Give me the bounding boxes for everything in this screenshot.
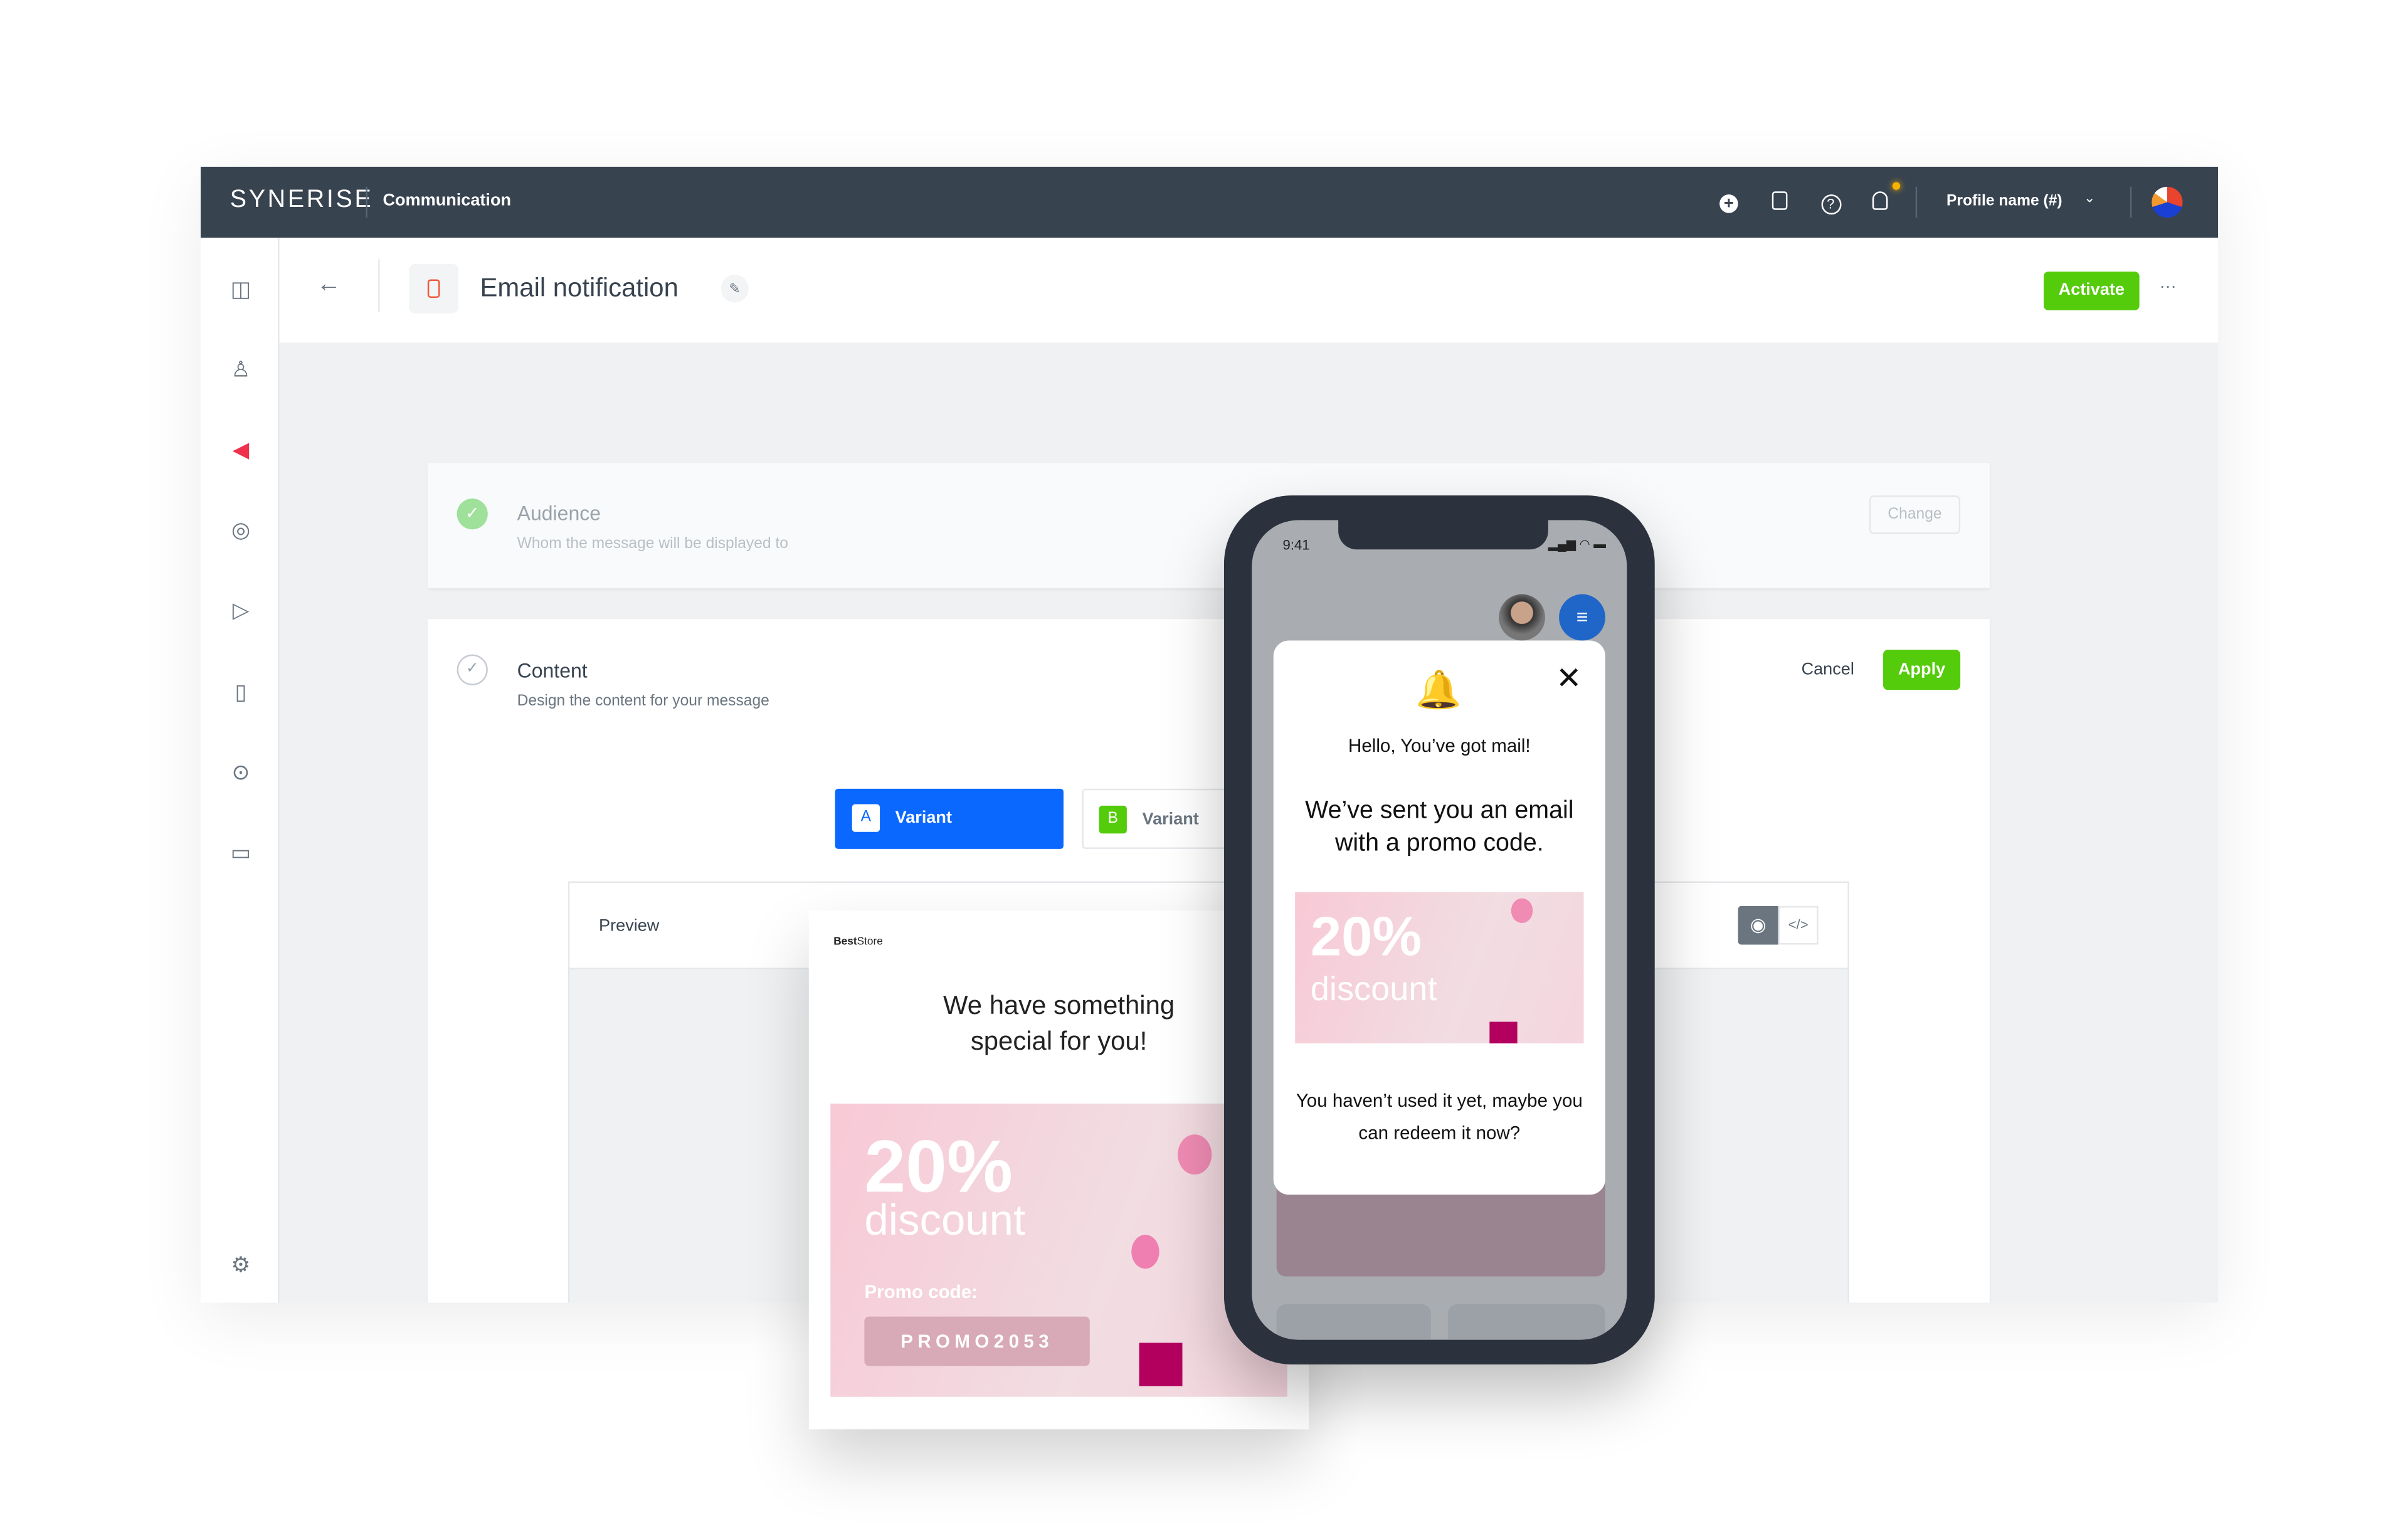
check-icon: ✓	[457, 499, 488, 530]
settings-icon[interactable]: ⚙	[227, 1250, 255, 1278]
brand-rest: Store	[857, 937, 883, 948]
phone-screen: 9:41 ▂▄▆ ◠ ▬ ≡ 🔔 ✕ Hello, You’ve got mai…	[1252, 520, 1627, 1340]
folder-icon[interactable]: ▭	[227, 838, 255, 866]
play-icon[interactable]: ▷	[227, 596, 255, 623]
popup-message: We’ve sent you an email with a promo cod…	[1305, 798, 1574, 857]
popup-greeting: Hello, You’ve got mail!	[1348, 734, 1531, 757]
promo-percent: 20%	[1310, 904, 1422, 968]
balloon-image	[1511, 898, 1533, 923]
book-icon[interactable]	[1769, 191, 1790, 213]
promo-code: PROMO2053	[864, 1316, 1090, 1366]
code-icon[interactable]: </>	[1778, 905, 1819, 945]
page-title: Email notification	[480, 273, 679, 303]
sidebar: ◫ ♙ ◀ ◎ ▷ ▯ ⊙ ▭ ⚙	[200, 238, 280, 1303]
placeholder-tile	[1276, 1304, 1431, 1340]
layout-icon[interactable]: ◫	[227, 275, 255, 302]
profile-name[interactable]: Profile name (#)	[1946, 193, 2062, 210]
menu-icon[interactable]: ≡	[1559, 594, 1605, 641]
target-icon[interactable]: ◎	[227, 515, 255, 543]
promo-banner: 20% discount Promo code: PROMO2053	[830, 1103, 1287, 1397]
back-arrow-icon[interactable]: ←	[317, 272, 341, 299]
plus-circle-icon[interactable]: +	[1718, 191, 1740, 213]
megaphone-icon[interactable]: ◀	[227, 435, 255, 463]
search-icon[interactable]: ⊙	[227, 758, 255, 786]
divider	[378, 259, 380, 312]
brand-name: BestStore	[833, 937, 883, 947]
user-icon[interactable]: ♙	[227, 355, 255, 382]
promo-discount: discount	[864, 1196, 1026, 1244]
section-title: Communication	[383, 191, 512, 210]
preview-label: Preview	[599, 917, 660, 936]
close-icon[interactable]: ✕	[1556, 659, 1582, 698]
apply-button[interactable]: Apply	[1883, 650, 1961, 690]
promo-label: Promo code:	[864, 1281, 978, 1303]
popup-footer: You haven’t used it yet, maybe you can r…	[1296, 1089, 1583, 1144]
phone-notch	[1338, 520, 1548, 550]
variant-b-tab[interactable]: B Variant	[1082, 788, 1237, 849]
help-icon[interactable]: ?	[1820, 191, 1841, 215]
gift-box-image	[1139, 1343, 1183, 1386]
variant-letter: A	[852, 804, 880, 832]
avatar[interactable]	[2152, 186, 2183, 218]
more-options-icon[interactable]: ···	[2160, 278, 2177, 297]
content-title: Content	[517, 659, 588, 682]
brand-bold: Best	[833, 937, 857, 948]
status-icons: ▂▄▆ ◠ ▬	[1548, 537, 1606, 551]
balloon-image	[1131, 1235, 1159, 1269]
cancel-button[interactable]: Cancel	[1802, 661, 1854, 680]
bell-icon[interactable]	[1869, 191, 1891, 213]
variant-label: Variant	[1142, 810, 1199, 829]
variant-letter: B	[1099, 805, 1127, 834]
divider	[366, 186, 367, 218]
activate-button[interactable]: Activate	[2044, 272, 2140, 310]
status-time: 9:41	[1282, 537, 1310, 553]
notification-popup: 🔔 ✕ Hello, You’ve got mail! We’ve sent y…	[1273, 640, 1605, 1195]
audience-title: Audience	[517, 501, 601, 525]
eye-icon[interactable]: ◉	[1738, 905, 1778, 945]
top-bar: SYNERISE Communication + ? Profile name …	[200, 166, 2219, 238]
placeholder-tile	[1447, 1304, 1605, 1340]
gift-box-image	[1489, 1021, 1518, 1043]
content-subtitle: Design the content for your message	[517, 693, 769, 710]
promo-banner: 20% discount	[1295, 892, 1584, 1043]
email-headline: We have something special for you!	[943, 991, 1175, 1056]
divider	[1915, 186, 1918, 218]
phone-mockup: 9:41 ▂▄▆ ◠ ▬ ≡ 🔔 ✕ Hello, You’ve got mai…	[1223, 495, 1655, 1364]
page-header: ← Email notification ✎ Activate ···	[279, 238, 2219, 343]
user-avatar[interactable]	[1499, 594, 1545, 641]
divider	[2130, 186, 2132, 218]
chart-icon[interactable]: ▯	[227, 678, 255, 705]
bell-emoji-icon: 🔔	[1415, 670, 1462, 712]
edit-icon[interactable]: ✎	[721, 275, 749, 303]
audience-subtitle: Whom the message will be displayed to	[517, 536, 788, 553]
variant-label: Variant	[895, 808, 952, 828]
balloon-image	[1178, 1134, 1212, 1175]
synerise-logo[interactable]: SYNERISE	[230, 187, 374, 214]
email-type-icon	[409, 263, 459, 314]
notification-dot	[1892, 182, 1901, 190]
check-circle-icon: ✓	[457, 654, 488, 685]
change-button[interactable]: Change	[1869, 495, 1961, 534]
audience-card: ✓ Audience Whom the message will be disp…	[427, 463, 1990, 588]
chevron-down-icon[interactable]: ⌄	[2084, 190, 2096, 207]
promo-discount: discount	[1310, 969, 1437, 1008]
variant-a-tab[interactable]: A Variant	[835, 788, 1064, 849]
